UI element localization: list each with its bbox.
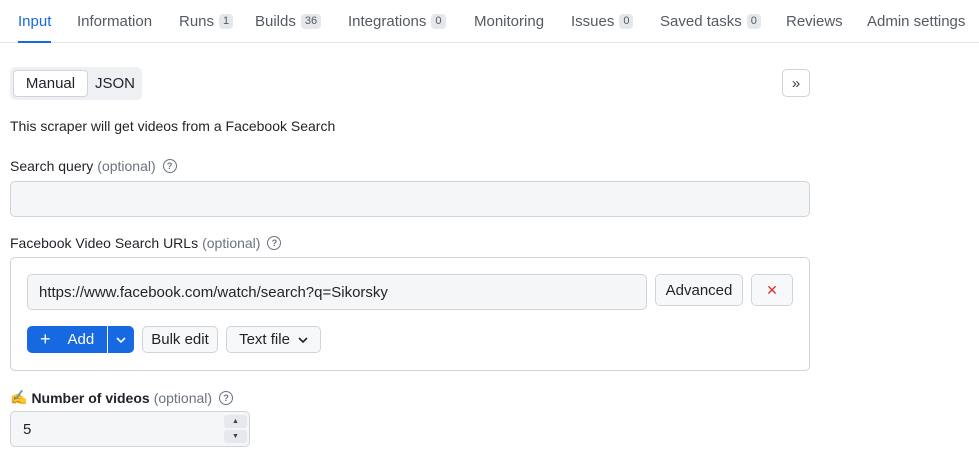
optional-hint: (optional) bbox=[153, 389, 213, 406]
collapse-panel-button[interactable]: » bbox=[782, 69, 810, 97]
optional-hint: (optional) bbox=[97, 158, 156, 174]
tab-label: Runs bbox=[179, 12, 215, 30]
tab-reviews[interactable]: Reviews bbox=[786, 0, 843, 42]
help-icon[interactable]: ? bbox=[162, 159, 177, 173]
add-options-dropdown[interactable] bbox=[108, 326, 134, 353]
chevron-down-icon bbox=[116, 336, 126, 343]
num-videos-input[interactable]: 5 bbox=[10, 411, 250, 447]
input-mode-switch: Manual JSON bbox=[10, 67, 142, 100]
decrement-button[interactable]: ▼ bbox=[224, 430, 247, 443]
optional-hint: (optional) bbox=[202, 235, 261, 251]
caret-down-icon: ▼ bbox=[232, 433, 239, 440]
advanced-button[interactable]: Advanced bbox=[655, 274, 743, 306]
plus-icon: + bbox=[40, 329, 51, 349]
remove-url-button[interactable]: ✕ bbox=[751, 274, 793, 306]
text-file-button[interactable]: Text file bbox=[226, 326, 321, 353]
tab-issues[interactable]: Issues 0 bbox=[571, 0, 634, 42]
field-label: Search query bbox=[10, 158, 94, 174]
count-badge: 1 bbox=[219, 13, 234, 29]
tab-monitoring[interactable]: Monitoring bbox=[474, 0, 544, 42]
tab-label: Input bbox=[18, 12, 52, 30]
add-url-button[interactable]: + Add bbox=[27, 326, 107, 353]
count-badge: 0 bbox=[431, 13, 446, 29]
json-mode-button[interactable]: JSON bbox=[90, 70, 140, 97]
manual-mode-button[interactable]: Manual bbox=[13, 70, 88, 97]
tab-input[interactable]: Input bbox=[18, 0, 52, 43]
search-query-input[interactable] bbox=[10, 181, 810, 217]
tab-label: Integrations bbox=[348, 12, 427, 30]
tab-label: Reviews bbox=[786, 12, 843, 30]
count-badge: 0 bbox=[746, 13, 761, 29]
tab-integrations[interactable]: Integrations 0 bbox=[348, 0, 446, 42]
tab-bar: Input Information Runs 1 Builds 36 Integra… bbox=[0, 0, 979, 43]
search-query-label: Search query (optional) ? bbox=[10, 158, 177, 174]
help-icon[interactable]: ? bbox=[267, 236, 282, 250]
tab-admin-settings[interactable]: Admin settings bbox=[867, 0, 965, 42]
tab-runs[interactable]: Runs 1 bbox=[179, 0, 234, 42]
tab-builds[interactable]: Builds 36 bbox=[255, 0, 322, 42]
add-label: Add bbox=[67, 331, 95, 348]
tab-information[interactable]: Information bbox=[77, 0, 152, 42]
url-input[interactable]: https://www.facebook.com/watch/search?q=… bbox=[27, 274, 647, 310]
actor-description: This scraper will get videos from a Face… bbox=[10, 118, 336, 134]
close-icon: ✕ bbox=[766, 281, 778, 298]
count-badge: 0 bbox=[619, 13, 634, 29]
tab-label: Saved tasks bbox=[660, 12, 742, 30]
double-chevron-right-icon: » bbox=[791, 74, 801, 92]
tab-label: Issues bbox=[571, 12, 615, 30]
chevron-down-icon bbox=[298, 336, 308, 343]
num-videos-label: ✍️ Number of videos (optional) ? bbox=[10, 389, 234, 406]
increment-button[interactable]: ▲ bbox=[224, 415, 247, 428]
search-urls-label: Facebook Video Search URLs (optional) ? bbox=[10, 235, 282, 251]
text-file-label: Text file bbox=[239, 331, 290, 348]
field-label: Facebook Video Search URLs bbox=[10, 235, 199, 251]
tab-saved-tasks[interactable]: Saved tasks 0 bbox=[660, 0, 761, 42]
tab-label: Monitoring bbox=[474, 12, 545, 30]
writing-hand-icon: ✍️ bbox=[10, 389, 28, 405]
tab-label: Admin settings bbox=[867, 12, 966, 30]
caret-up-icon: ▲ bbox=[232, 418, 239, 425]
tab-label: Information bbox=[77, 12, 153, 30]
tab-label: Builds bbox=[255, 12, 296, 30]
count-badge: 36 bbox=[300, 13, 322, 29]
help-icon[interactable]: ? bbox=[219, 390, 234, 405]
field-label: Number of videos bbox=[31, 389, 150, 406]
bulk-edit-button[interactable]: Bulk edit bbox=[142, 326, 218, 353]
